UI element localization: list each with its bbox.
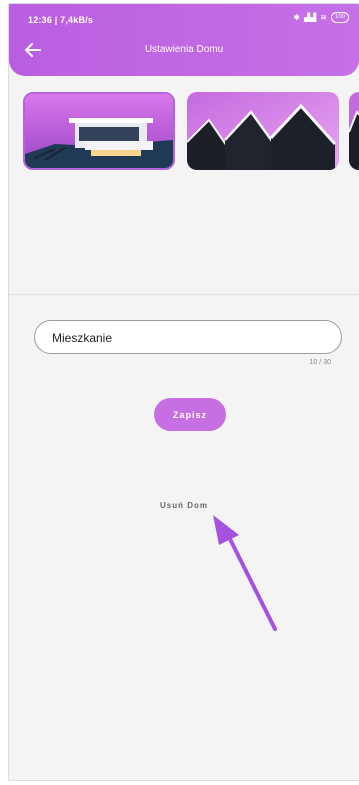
- house-image-modern[interactable]: [23, 92, 175, 170]
- save-button[interactable]: Zapisz: [154, 398, 226, 431]
- house-name-value[interactable]: Mieszkanie: [52, 331, 112, 345]
- signal-icon: ▟▟: [303, 13, 317, 22]
- app-screen: 12:36 | 7,4kB/s ✱ ▟▟ ≋ 100 Ustawienia Do…: [8, 3, 359, 781]
- house-image-gable[interactable]: [187, 92, 339, 170]
- annotation-arrow-icon: [213, 515, 277, 631]
- app-bar: 12:36 | 7,4kB/s ✱ ▟▟ ≋ 100 Ustawienia Do…: [9, 4, 359, 76]
- char-counter: 10 / 30: [309, 359, 331, 366]
- wifi-icon: ≋: [320, 13, 327, 22]
- page-title: Ustawienia Domu: [144, 44, 224, 55]
- status-time: 12:36 | 7,4kB/s: [28, 15, 94, 25]
- house-image-carousel[interactable]: [23, 92, 359, 172]
- status-icons: ✱ ▟▟ ≋ 100: [293, 12, 349, 23]
- bluetooth-icon: ✱: [293, 13, 300, 22]
- section-divider: [9, 294, 359, 295]
- battery-icon: 100: [330, 12, 349, 23]
- house-image-partial[interactable]: [349, 92, 359, 170]
- delete-house-button[interactable]: Usuń Dom: [9, 501, 359, 510]
- house-name-field[interactable]: Mieszkanie: [34, 320, 342, 354]
